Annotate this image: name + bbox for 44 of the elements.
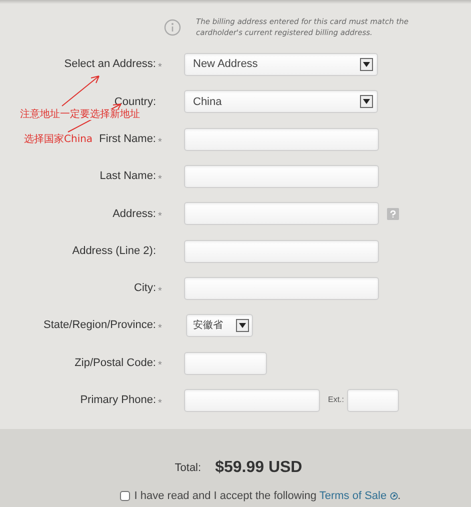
text-input-field[interactable] xyxy=(184,352,267,375)
required-asterisk: * xyxy=(158,286,162,297)
ext-input-field[interactable] xyxy=(347,388,400,412)
required-asterisk: * xyxy=(158,360,162,372)
required-asterisk: * xyxy=(158,323,162,334)
field-label: Primary Phone: xyxy=(80,394,156,406)
help-icon[interactable] xyxy=(387,208,399,220)
required-asterisk: * xyxy=(158,174,162,185)
total-amount: $59.99 USD xyxy=(215,458,302,478)
field-label: State/Region/Province: xyxy=(43,319,156,332)
accept-terms-text: I have read and I accept the following Terms of Sale . xyxy=(134,488,401,504)
field-label: First Name: xyxy=(99,132,156,145)
dropdown-caret-icon xyxy=(236,319,249,332)
required-asterisk: * xyxy=(158,62,162,73)
total-label: Total: xyxy=(174,460,202,476)
select-dropdown[interactable]: 安徽省 xyxy=(186,314,253,338)
required-asterisk: * xyxy=(158,136,162,148)
accept-checkbox[interactable] xyxy=(120,491,130,502)
text-input-field[interactable] xyxy=(184,240,379,263)
required-asterisk: * xyxy=(158,211,162,222)
dropdown-caret-icon xyxy=(360,95,373,108)
select-dropdown[interactable]: China xyxy=(184,90,378,114)
field-label: City: xyxy=(134,282,156,294)
annotation-text: 注意地址一定要选择新地址 xyxy=(20,109,140,120)
info-icon xyxy=(164,19,181,36)
select-dropdown[interactable]: New Address xyxy=(184,53,378,76)
annotation-text: 选择国家China xyxy=(24,134,93,145)
field-label: Address (Line 2): xyxy=(72,244,156,257)
annotation-arrow xyxy=(60,74,102,107)
terms-of-sale-link[interactable]: Terms of Sale xyxy=(319,490,398,502)
field-label: Zip/Postal Code: xyxy=(74,356,156,369)
field-label: Select an Address: xyxy=(64,58,156,70)
text-input-field[interactable] xyxy=(184,128,379,151)
field-label: Country: xyxy=(114,96,156,108)
phone-input-field[interactable] xyxy=(184,388,320,412)
external-link-icon xyxy=(390,492,398,500)
dropdown-caret-icon xyxy=(360,58,373,72)
ext-label: Ext.: xyxy=(328,394,344,406)
text-input-field[interactable] xyxy=(184,276,379,300)
required-asterisk: * xyxy=(158,398,162,409)
field-label: Last Name: xyxy=(100,170,156,182)
text-input-field[interactable] xyxy=(184,202,379,226)
text-input-field[interactable] xyxy=(184,165,379,188)
field-label: Address: xyxy=(112,208,156,220)
